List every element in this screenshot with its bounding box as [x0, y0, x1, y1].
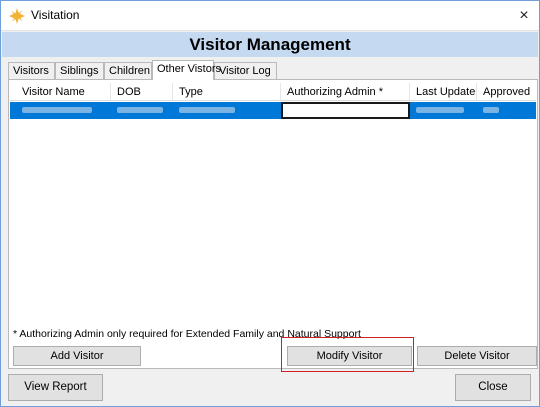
table-row[interactable] [10, 102, 536, 119]
footnote: * Authorizing Admin only required for Ex… [13, 328, 361, 340]
window-title: Visitation [31, 8, 80, 22]
cell-last-update [410, 102, 477, 119]
delete-visitor-button[interactable]: Delete Visitor [417, 346, 537, 366]
column-approved[interactable]: Approved [477, 83, 537, 101]
visitation-window: Visitation × Visitor Management Visitors… [0, 0, 540, 407]
grid-header: Visitor Name DOB Type Authorizing Admin … [10, 83, 536, 101]
tab-visitor-log[interactable]: Visitor Log [214, 62, 277, 79]
cell-authorizing-admin[interactable] [281, 102, 410, 119]
column-dob[interactable]: DOB [111, 83, 173, 101]
title-bar: Visitation × [1, 1, 539, 31]
cell-dob [111, 102, 173, 119]
tab-siblings[interactable]: Siblings [55, 62, 104, 79]
cell-type [173, 102, 281, 119]
add-visitor-button[interactable]: Add Visitor [13, 346, 141, 366]
column-visitor-name[interactable]: Visitor Name [16, 83, 111, 101]
column-authorizing-admin[interactable]: Authorizing Admin * [281, 83, 410, 101]
close-icon[interactable]: × [509, 1, 539, 31]
sun-star-icon [9, 8, 25, 24]
tab-other-visitors[interactable]: Other Vistors [152, 60, 221, 80]
cell-visitor-name [16, 102, 111, 119]
tab-children[interactable]: Children [104, 62, 152, 79]
column-last-update[interactable]: Last Update [410, 83, 477, 101]
tab-visitors[interactable]: Visitors [8, 62, 55, 79]
visitors-panel: Visitor Name DOB Type Authorizing Admin … [8, 79, 538, 369]
modify-visitor-button[interactable]: Modify Visitor [287, 346, 412, 366]
cell-approved [477, 102, 537, 119]
column-type[interactable]: Type [173, 83, 281, 101]
close-button[interactable]: Close [455, 374, 531, 401]
view-report-button[interactable]: View Report [8, 374, 103, 401]
page-title: Visitor Management [2, 32, 538, 57]
